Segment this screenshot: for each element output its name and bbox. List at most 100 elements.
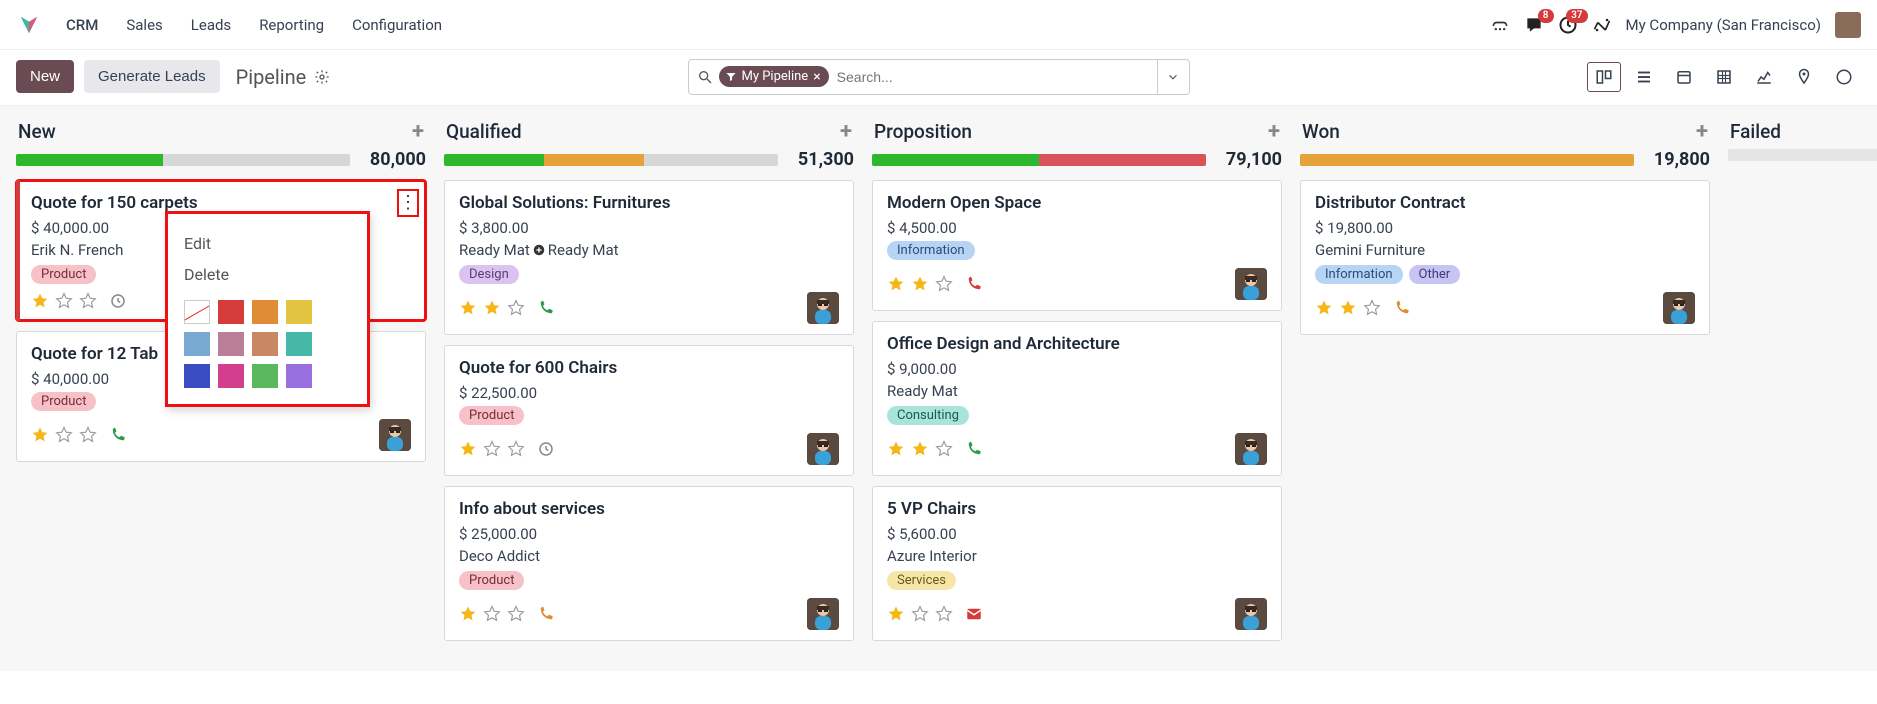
kanban-card[interactable]: Info about services $ 25,000.00 Deco Add… — [444, 486, 854, 641]
kanban-card[interactable]: ⋮ Quote for 150 carpets $ 40,000.00 Erik… — [16, 180, 426, 321]
color-swatch[interactable] — [286, 300, 312, 324]
column-title[interactable]: Failed — [1730, 120, 1781, 143]
nav-reporting[interactable]: Reporting — [245, 8, 338, 42]
assignee-avatar[interactable] — [379, 419, 411, 451]
priority-star[interactable] — [483, 299, 501, 317]
color-swatch[interactable] — [218, 332, 244, 356]
kanban-card[interactable]: Quote for 600 Chairs $ 22,500.00 Product — [444, 345, 854, 476]
priority-star[interactable] — [459, 605, 477, 623]
kanban-view-button[interactable] — [1587, 62, 1621, 92]
assignee-avatar[interactable] — [1235, 268, 1267, 300]
color-swatch[interactable] — [218, 364, 244, 388]
dialpad-icon[interactable] — [1490, 15, 1510, 35]
add-card-button[interactable]: + — [840, 121, 852, 143]
priority-star[interactable] — [887, 440, 905, 458]
search-dropdown-toggle[interactable] — [1158, 59, 1190, 95]
menu-edit[interactable]: Edit — [184, 228, 351, 259]
tag[interactable]: Design — [459, 265, 519, 284]
new-button[interactable]: New — [16, 60, 74, 93]
messages-icon[interactable]: 8 — [1524, 15, 1544, 35]
activities-icon[interactable]: 37 — [1558, 15, 1578, 35]
calendar-view-button[interactable] — [1667, 62, 1701, 92]
kanban-card[interactable]: Office Design and Architecture $ 9,000.0… — [872, 321, 1282, 476]
column-progress[interactable] — [1300, 154, 1634, 166]
gear-icon[interactable] — [314, 69, 330, 85]
tag[interactable]: Product — [459, 406, 524, 425]
pivot-view-button[interactable] — [1707, 62, 1741, 92]
tag[interactable]: Product — [459, 571, 524, 590]
tag[interactable]: Other — [1409, 265, 1461, 284]
kanban-card[interactable]: Global Solutions: Furnitures $ 3,800.00 … — [444, 180, 854, 335]
column-progress[interactable] — [444, 154, 778, 166]
assignee-avatar[interactable] — [807, 598, 839, 630]
priority-star[interactable] — [483, 605, 501, 623]
column-title[interactable]: Won — [1302, 120, 1340, 143]
tag[interactable]: Services — [887, 571, 956, 590]
company-switcher[interactable]: My Company (San Francisco) — [1626, 16, 1821, 34]
assignee-avatar[interactable] — [1235, 433, 1267, 465]
color-swatch-none[interactable] — [184, 300, 210, 324]
add-card-button[interactable]: + — [1696, 121, 1708, 143]
kanban-card[interactable]: Distributor Contract $ 19,800.00 Gemini … — [1300, 180, 1710, 335]
assignee-avatar[interactable] — [807, 433, 839, 465]
priority-star[interactable] — [887, 605, 905, 623]
nav-configuration[interactable]: Configuration — [338, 8, 456, 42]
priority-star[interactable] — [1363, 299, 1381, 317]
priority-star[interactable] — [935, 440, 953, 458]
priority-star[interactable] — [507, 299, 525, 317]
assignee-avatar[interactable] — [1663, 292, 1695, 324]
add-card-button[interactable]: + — [412, 121, 424, 143]
column-title[interactable]: New — [18, 120, 56, 143]
priority-star[interactable] — [55, 292, 73, 310]
kanban-card[interactable]: Modern Open Space $ 4,500.00 Information — [872, 180, 1282, 311]
column-progress[interactable] — [16, 154, 350, 166]
assignee-avatar[interactable] — [807, 292, 839, 324]
nav-leads[interactable]: Leads — [177, 8, 245, 42]
priority-star[interactable] — [935, 275, 953, 293]
tag[interactable]: Information — [887, 241, 975, 260]
generate-leads-button[interactable]: Generate Leads — [84, 60, 220, 93]
color-swatch[interactable] — [184, 332, 210, 356]
priority-star[interactable] — [459, 440, 477, 458]
color-swatch[interactable] — [286, 332, 312, 356]
priority-star[interactable] — [911, 440, 929, 458]
activity-icon[interactable] — [109, 292, 127, 310]
activity-view-button[interactable] — [1827, 62, 1861, 92]
tag[interactable]: Information — [1315, 265, 1403, 284]
priority-star[interactable] — [483, 440, 501, 458]
activity-icon[interactable] — [537, 440, 555, 458]
priority-star[interactable] — [459, 299, 477, 317]
priority-star[interactable] — [887, 275, 905, 293]
add-card-button[interactable]: + — [1268, 121, 1280, 143]
search-input[interactable] — [829, 69, 1149, 85]
priority-star[interactable] — [507, 440, 525, 458]
color-swatch[interactable] — [252, 364, 278, 388]
user-avatar-icon[interactable] — [1835, 12, 1861, 38]
tag[interactable]: Consulting — [887, 406, 969, 425]
tag[interactable]: Product — [31, 265, 96, 284]
priority-star[interactable] — [911, 275, 929, 293]
activity-icon[interactable] — [537, 605, 555, 623]
activity-icon[interactable] — [109, 426, 127, 444]
priority-star[interactable] — [935, 605, 953, 623]
activity-icon[interactable] — [965, 440, 983, 458]
column-title[interactable]: Qualified — [446, 120, 522, 143]
tag[interactable]: Product — [31, 392, 96, 411]
menu-delete[interactable]: Delete — [184, 259, 351, 290]
color-swatch[interactable] — [252, 300, 278, 324]
app-logo-icon[interactable] — [16, 12, 42, 38]
list-view-button[interactable] — [1627, 62, 1661, 92]
nav-app-name[interactable]: CRM — [52, 8, 112, 42]
kanban-card[interactable]: 5 VP Chairs $ 5,600.00 Azure Interior Se… — [872, 486, 1282, 641]
priority-star[interactable] — [79, 292, 97, 310]
color-swatch[interactable] — [218, 300, 244, 324]
priority-star[interactable] — [1315, 299, 1333, 317]
column-progress[interactable] — [1728, 149, 1877, 161]
priority-star[interactable] — [507, 605, 525, 623]
graph-view-button[interactable] — [1747, 62, 1781, 92]
column-title[interactable]: Proposition — [874, 120, 972, 143]
color-swatch[interactable] — [286, 364, 312, 388]
priority-star[interactable] — [911, 605, 929, 623]
activity-icon[interactable] — [965, 605, 983, 623]
priority-star[interactable] — [1339, 299, 1357, 317]
